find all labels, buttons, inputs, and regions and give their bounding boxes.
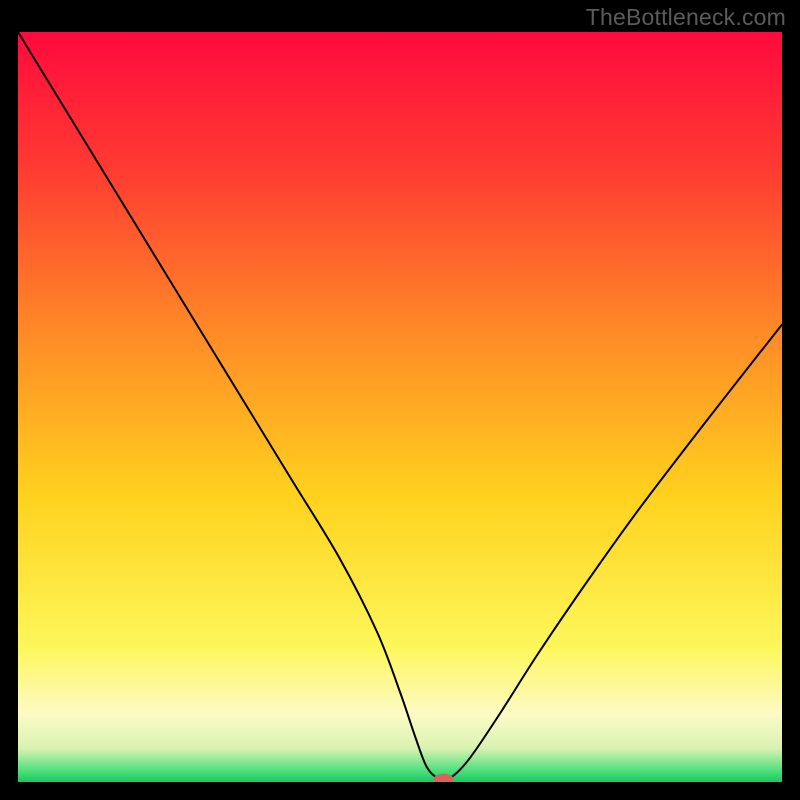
watermark-text: TheBottleneck.com bbox=[586, 4, 786, 31]
chart-frame: TheBottleneck.com bbox=[0, 0, 800, 800]
chart-border bbox=[782, 32, 800, 782]
chart-border bbox=[0, 32, 18, 782]
plot-background bbox=[18, 32, 782, 782]
chart-border bbox=[0, 782, 800, 800]
bottleneck-chart bbox=[0, 0, 800, 800]
